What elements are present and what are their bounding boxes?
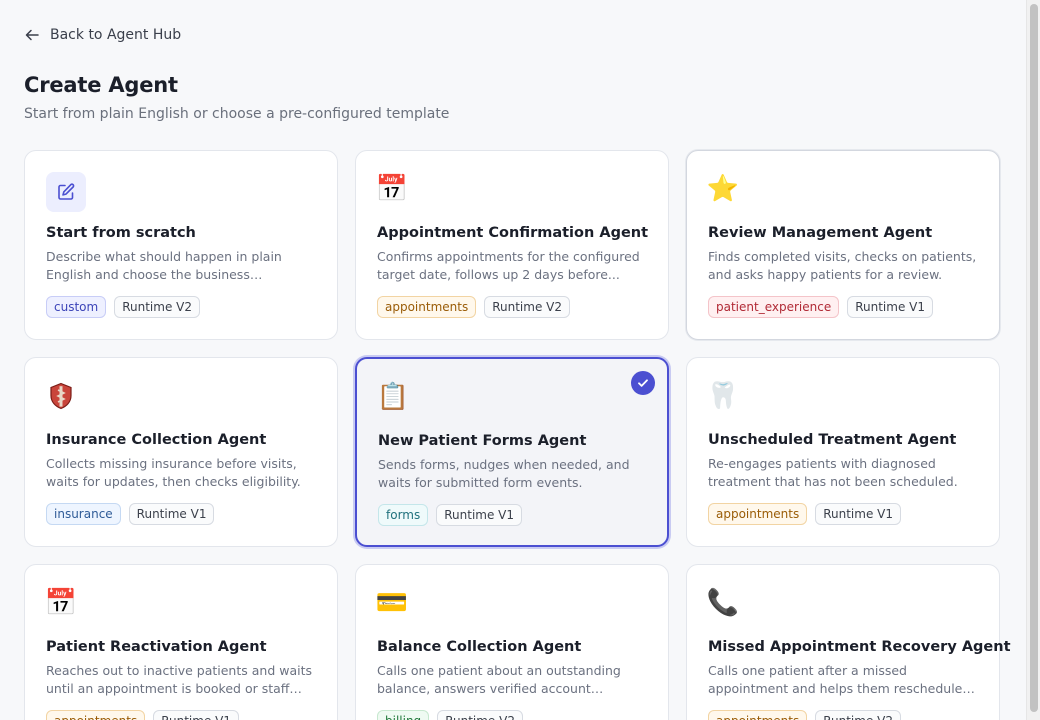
- card-tags: appointments Runtime V2: [708, 710, 901, 720]
- category-badge: appointments: [708, 503, 808, 525]
- runtime-badge: Runtime V1: [436, 504, 523, 526]
- card-title: Balance Collection Agent: [377, 639, 582, 655]
- card-tags: appointments Runtime V1: [708, 503, 901, 525]
- category-badge: appointments: [46, 710, 146, 720]
- category-badge: forms: [378, 504, 429, 526]
- card-title: New Patient Forms Agent: [378, 433, 587, 449]
- card-description: Calls one patient after a missed appoint…: [708, 663, 963, 696]
- card-title: Start from scratch: [46, 225, 196, 241]
- card-description: Describe what should happen in plain Eng…: [46, 249, 282, 282]
- template-grid: Start from scratch Describe what should h…: [24, 150, 1011, 720]
- card-tags: appointments Runtime V1: [46, 710, 239, 720]
- template-card[interactable]: ⭐ Review Management Agent Finds completed …: [686, 150, 1000, 340]
- category-badge: insurance: [46, 503, 121, 525]
- card-description: Confirms appointments for the configured…: [377, 249, 640, 282]
- tooth-icon: 🦷: [706, 381, 740, 411]
- checkmark-icon: [638, 379, 648, 387]
- card-description: Calls one patient about an outstanding b…: [377, 663, 621, 696]
- card-tags: billing Runtime V2: [377, 710, 523, 720]
- runtime-badge: Runtime V2: [815, 710, 901, 720]
- template-card[interactable]: 🦷 Unscheduled Treatment Agent Re-engages p…: [686, 357, 1000, 547]
- card-title: Insurance Collection Agent: [46, 432, 267, 448]
- card-description: Finds completed visits, checks on patien…: [708, 249, 977, 282]
- template-card[interactable]: Insurance Collection Agent Collects missi…: [24, 357, 338, 547]
- card-title: Review Management Agent: [708, 225, 933, 241]
- back-to-agent-hub-link[interactable]: Back to Agent Hub: [24, 24, 181, 46]
- create-agent-page: Back to Agent Hub Create Agent Start fro…: [0, 0, 1026, 720]
- card-description: Reaches out to inactive patients and wai…: [46, 663, 313, 696]
- category-badge: billing: [377, 710, 430, 720]
- edit-icon-graphic: [58, 183, 75, 200]
- runtime-badge: Runtime V1: [847, 296, 933, 318]
- runtime-badge: Runtime V2: [114, 296, 200, 318]
- shield-icon-graphic: [50, 382, 72, 410]
- template-card[interactable]: 📅 Patient Reactivation Agent Reaches out t…: [24, 564, 338, 720]
- selected-check-icon: [631, 371, 655, 395]
- runtime-badge: Runtime V1: [815, 503, 901, 525]
- back-link-label: Back to Agent Hub: [50, 27, 182, 43]
- template-card[interactable]: Start from scratch Describe what should h…: [24, 150, 338, 340]
- calendar-icon: 📅: [375, 174, 409, 204]
- category-badge: custom: [46, 296, 107, 318]
- runtime-badge: Runtime V2: [484, 296, 570, 318]
- runtime-badge: Runtime V2: [437, 710, 523, 720]
- category-badge: appointments: [708, 710, 808, 720]
- card-tags: custom Runtime V2: [46, 296, 200, 318]
- card-title: Patient Reactivation Agent: [46, 639, 267, 655]
- credit-card-icon: 💳: [375, 588, 409, 618]
- arrow-left-icon: [25, 29, 39, 41]
- template-card[interactable]: 📞 Missed Appointment Recovery Agent Calls …: [686, 564, 1011, 720]
- page-title: Create Agent: [24, 73, 178, 97]
- shield-icon: [45, 380, 77, 412]
- edit-icon: [46, 172, 86, 212]
- card-tags: insurance Runtime V1: [46, 503, 215, 525]
- card-title: Missed Appointment Recovery Agent: [708, 639, 1011, 655]
- page-subtitle: Start from plain English or choose a pre…: [24, 106, 450, 122]
- phone-icon: 📞: [706, 588, 740, 618]
- template-card[interactable]: 📅 Appointment Confirmation Agent Confirms …: [355, 150, 669, 340]
- card-description: Re-engages patients with diagnosed treat…: [708, 456, 958, 489]
- clipboard-icon: 📋: [376, 382, 410, 412]
- category-badge: appointments: [377, 296, 477, 318]
- card-tags: forms Runtime V1: [378, 504, 523, 526]
- scrollbar-thumb[interactable]: [1030, 4, 1038, 712]
- card-tags: appointments Runtime V2: [377, 296, 570, 318]
- runtime-badge: Runtime V1: [153, 710, 239, 720]
- calendar-icon: 📅: [44, 588, 78, 618]
- card-description: Collects missing insurance before visits…: [46, 456, 301, 489]
- card-title: Unscheduled Treatment Agent: [708, 432, 957, 448]
- category-badge: patient_experience: [708, 296, 840, 318]
- card-tags: patient_experience Runtime V1: [708, 296, 933, 318]
- vertical-scrollbar[interactable]: [1026, 0, 1040, 720]
- runtime-badge: Runtime V1: [128, 503, 215, 525]
- star-icon: ⭐: [706, 174, 740, 204]
- template-card[interactable]: 💳 Balance Collection Agent Calls one patie…: [355, 564, 669, 720]
- card-description: Sends forms, nudges when needed, and wai…: [378, 457, 630, 490]
- card-title: Appointment Confirmation Agent: [377, 225, 649, 241]
- template-card[interactable]: 📋 New Patient Forms Agent Sends forms, nud…: [355, 357, 669, 547]
